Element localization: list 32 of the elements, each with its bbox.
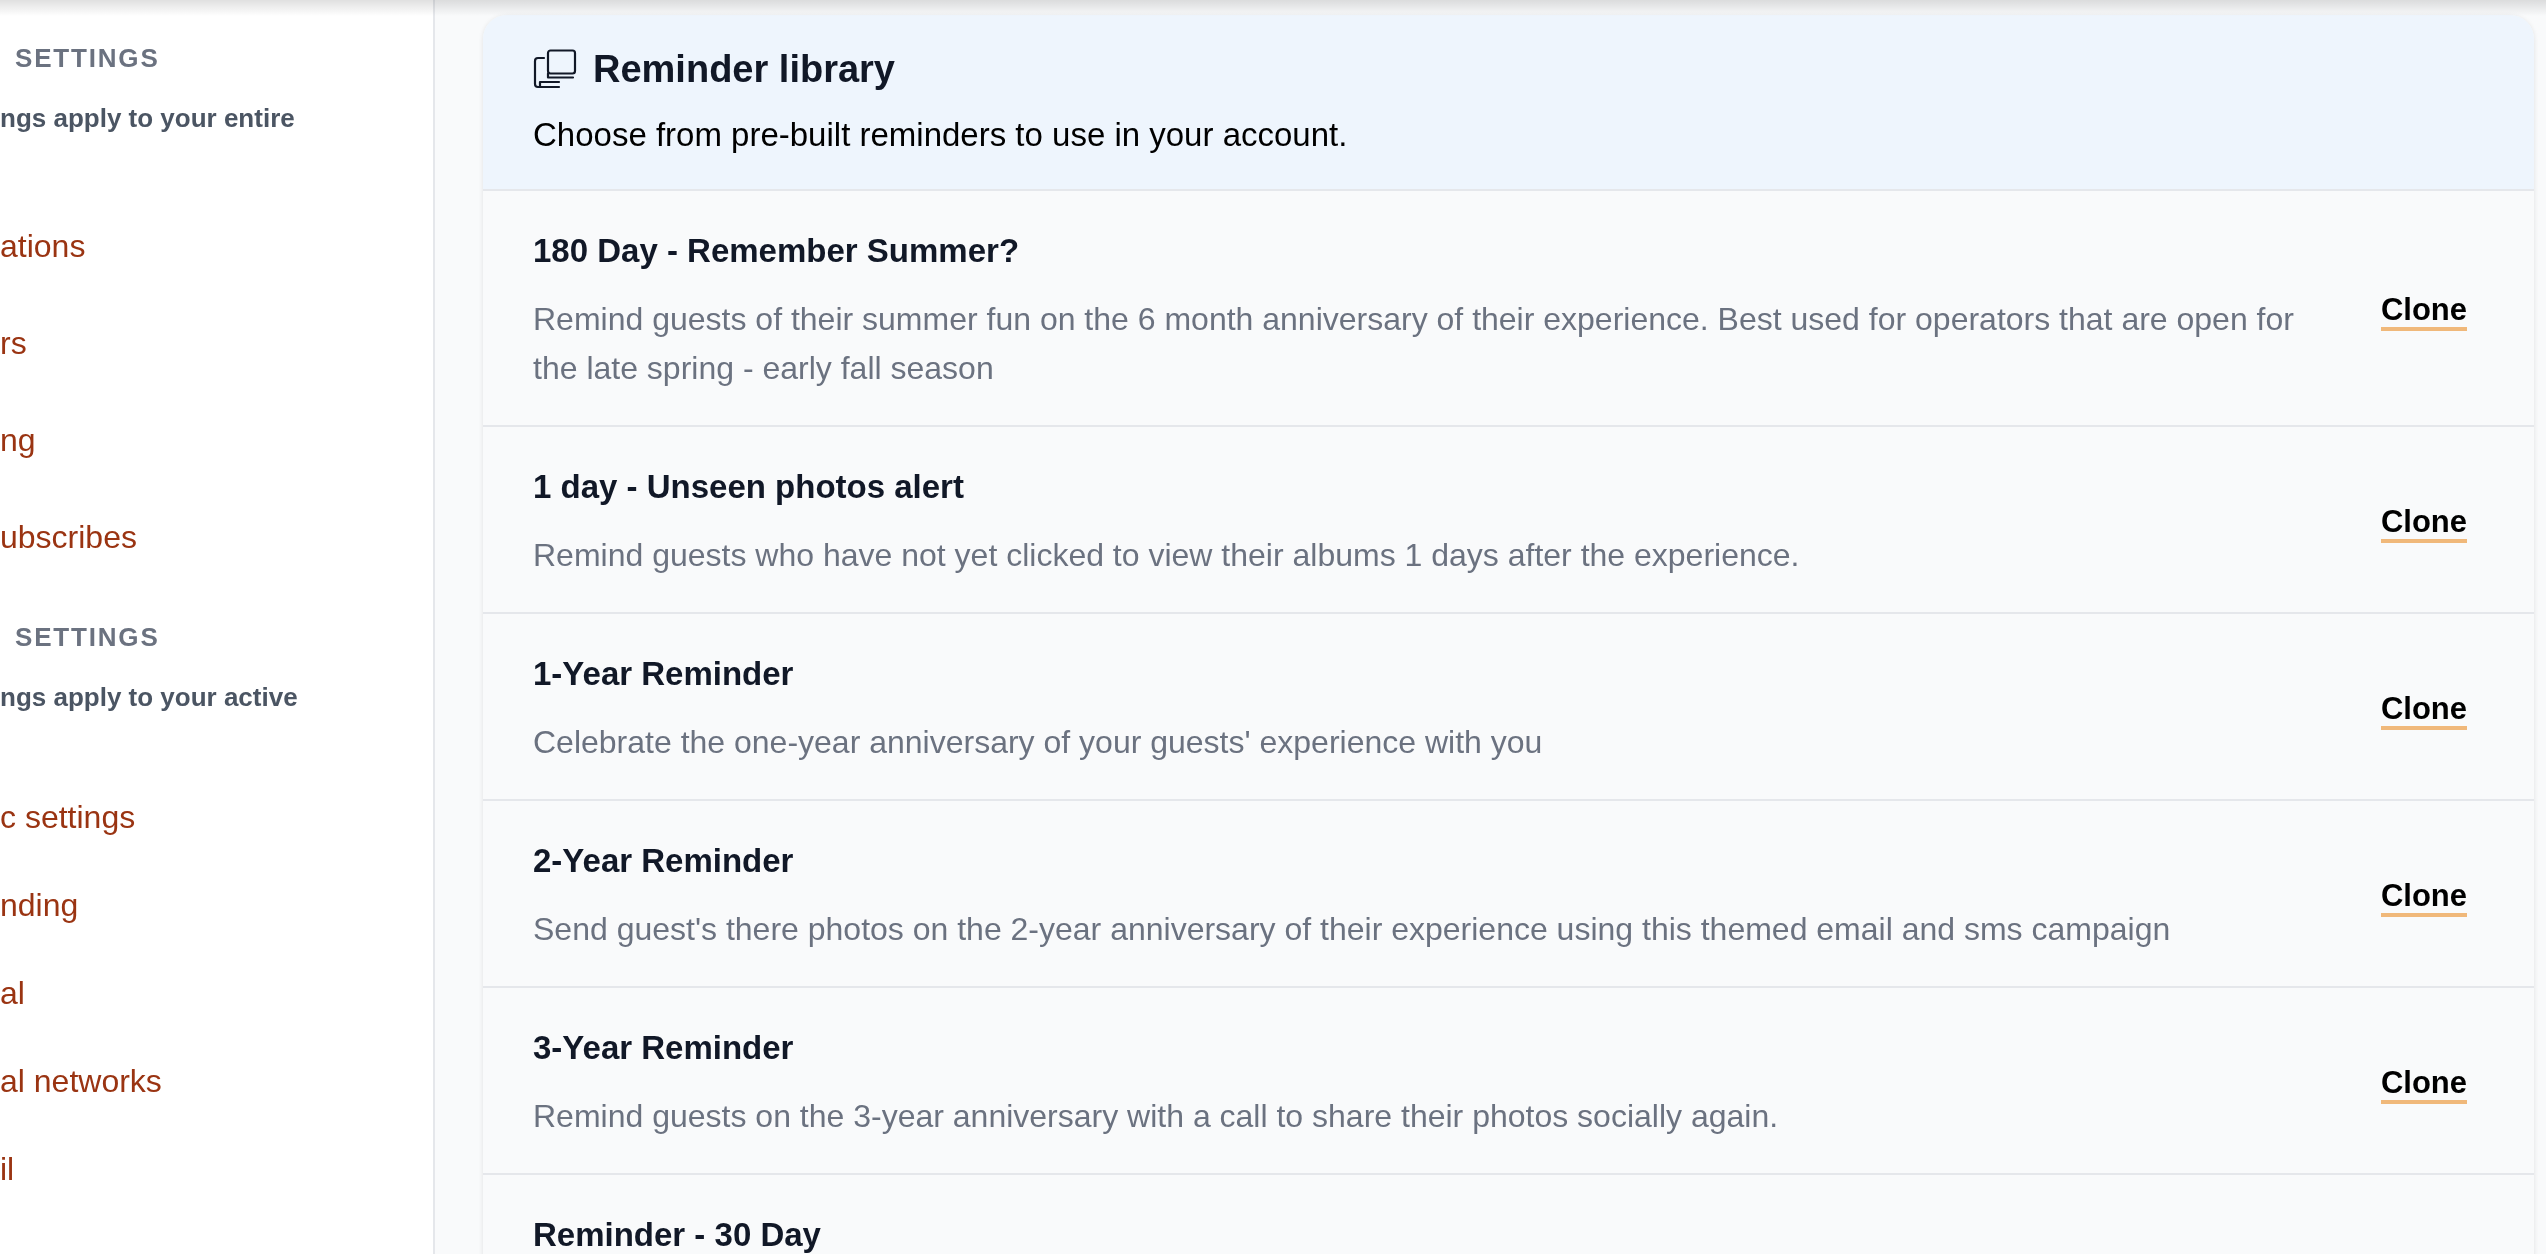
reminder-title: 3-Year Reminder xyxy=(533,1028,794,1068)
card-title: Reminder library xyxy=(593,47,895,92)
section-heading: SETTINGS xyxy=(14,621,160,654)
books-icon xyxy=(533,49,577,89)
nav-link[interactable]: nding xyxy=(0,885,79,925)
reminder-description: Celebrate the one-year anniversary of your guests' experience with you xyxy=(533,723,1543,762)
nav-link[interactable]: ng xyxy=(0,420,36,460)
nav-link[interactable]: c settings xyxy=(0,797,136,837)
clone-link[interactable]: Clone xyxy=(2380,878,2467,917)
nav-link[interactable]: al xyxy=(0,973,25,1013)
section-heading: SETTINGS xyxy=(14,42,160,75)
reminder-description: Remind guests on the 3-year anniversary with a call to share their photos socially again. xyxy=(533,1097,1779,1136)
nav-link[interactable]: ubscribes xyxy=(0,517,137,557)
reminder-title: 1 day - Unseen photos alert xyxy=(533,467,964,507)
section-description: ngs apply to your entire xyxy=(0,102,295,135)
reminder-description: Send guest's there photos on the 2-year anniversary of their experience using this themed email and sms campaign xyxy=(533,910,2171,949)
clone-link[interactable]: Clone xyxy=(2380,691,2467,730)
card-subtitle: Choose from pre-built reminders to use in your account. xyxy=(533,115,1349,155)
clone-link[interactable]: Clone xyxy=(2380,293,2467,331)
nav-link[interactable]: rs xyxy=(0,323,27,363)
reminder-title: 2-Year Reminder xyxy=(533,841,794,881)
clone-link[interactable]: Clone xyxy=(2380,504,2467,543)
reminder-title: Reminder - 30 Day xyxy=(533,1215,821,1254)
reminder-title: 1-Year Reminder xyxy=(533,654,794,694)
reminder-title: 180 Day - Remember Summer? xyxy=(533,231,1020,271)
reminder-description: Remind guests who have not yet clicked to view their albums 1 days after the experience. xyxy=(533,536,1800,575)
section-description: ngs apply to your active xyxy=(0,681,298,714)
reminder-description: Remind guests of their summer fun on the 6 month anniversary of their experience. Best used for operators that are open for the late spring - early fall season xyxy=(533,300,2295,388)
nav-link[interactable]: al networks xyxy=(0,1061,162,1101)
nav-link[interactable]: il xyxy=(0,1149,15,1189)
nav-link[interactable]: ations xyxy=(0,226,86,266)
clone-link[interactable]: Clone xyxy=(2380,1065,2467,1104)
